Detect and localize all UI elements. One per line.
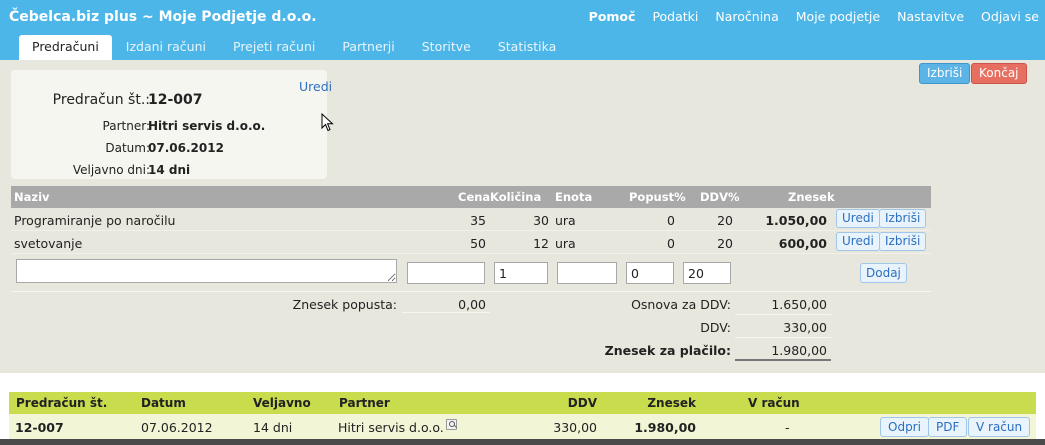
items-table-header: Naziv Cena Količina Enota Popust% DDV% Z… bbox=[11, 186, 931, 208]
item-znesek: 600,00 bbox=[778, 236, 827, 251]
list-col-date: Datum bbox=[141, 396, 186, 410]
col-naziv: Naziv bbox=[14, 190, 50, 204]
bottom-edge bbox=[0, 439, 1045, 445]
new-item-quantity-input[interactable] bbox=[494, 262, 548, 284]
edit-item-button[interactable]: Uredi bbox=[836, 209, 880, 228]
tab-izdani-racuni[interactable]: Izdani računi bbox=[113, 35, 219, 60]
list-znesek: 1.980,00 bbox=[634, 420, 696, 435]
to-invoice-button[interactable]: V račun bbox=[968, 417, 1031, 437]
vat-value: 330,00 bbox=[783, 320, 827, 335]
partner-label: Partner: bbox=[102, 119, 150, 133]
app-header: Čebelca.biz plus ~ Moje Podjetje d.o.o. … bbox=[0, 0, 1045, 60]
mouse-cursor-icon bbox=[321, 113, 334, 132]
nav-subscription[interactable]: Naročnina bbox=[715, 9, 778, 24]
col-popust: Popust% bbox=[629, 190, 686, 204]
total-value: 1.980,00 bbox=[771, 343, 827, 358]
item-znesek: 1.050,00 bbox=[765, 213, 827, 228]
list-valid: 14 dni bbox=[253, 420, 293, 435]
date-label: Datum: bbox=[105, 141, 150, 155]
list-col-v-racun: V račun bbox=[748, 396, 800, 410]
list-col-number: Predračun št. bbox=[16, 396, 108, 410]
list-col-ddv: DDV bbox=[567, 396, 597, 410]
delete-item-button[interactable]: Izbriši bbox=[879, 232, 927, 251]
date-value: 07.06.2012 bbox=[148, 141, 224, 155]
document-number: 12-007 bbox=[148, 92, 203, 108]
list-item[interactable]: 12-007 07.06.2012 14 dni Hitri servis d.… bbox=[9, 414, 1036, 439]
new-item-price-input[interactable] bbox=[407, 262, 485, 284]
app-title: Čebelca.biz plus ~ Moje Podjetje d.o.o. bbox=[9, 9, 317, 25]
item-ddv: 20 bbox=[717, 236, 733, 251]
discount-label: Znesek popusta: bbox=[292, 297, 397, 312]
new-item-unit-input[interactable] bbox=[557, 262, 617, 284]
open-button[interactable]: Odpri bbox=[880, 417, 929, 437]
nav-help[interactable]: Pomoč bbox=[589, 9, 636, 24]
document-header-card: Predračun št.: 12-007 Uredi Partner: Hit… bbox=[11, 70, 332, 179]
partner-lookup-icon[interactable] bbox=[446, 419, 457, 430]
table-row: svetovanje 50 12 ura 0 20 600,00 Uredi I… bbox=[11, 231, 931, 254]
number-label: Predračun št.: bbox=[52, 92, 150, 108]
pdf-button[interactable]: PDF bbox=[928, 417, 968, 437]
item-enota: ura bbox=[555, 236, 576, 251]
tab-partnerji[interactable]: Partnerji bbox=[329, 35, 407, 60]
nav-data[interactable]: Podatki bbox=[652, 9, 698, 24]
partner-value: Hitri servis d.o.o. bbox=[148, 119, 266, 133]
table-row: Programiranje po naročilu 35 30 ura 0 20… bbox=[11, 208, 931, 231]
discount-value: 0,00 bbox=[458, 297, 486, 312]
tab-prejeti-racuni[interactable]: Prejeti računi bbox=[220, 35, 328, 60]
finish-button[interactable]: Končaj bbox=[971, 63, 1027, 84]
col-ddv: DDV% bbox=[700, 190, 740, 204]
add-item-button[interactable]: Dodaj bbox=[860, 263, 907, 283]
total-underline bbox=[735, 359, 831, 361]
item-popust: 0 bbox=[667, 213, 675, 228]
nav-logout[interactable]: Odjavi se bbox=[981, 9, 1039, 24]
tab-predracuni[interactable]: Predračuni bbox=[19, 35, 112, 60]
divider bbox=[11, 291, 931, 292]
vat-base-value: 1.650,00 bbox=[771, 297, 827, 312]
total-label: Znesek za plačilo: bbox=[604, 343, 731, 358]
col-znesek: Znesek bbox=[788, 190, 835, 204]
vat-base-label: Osnova za DDV: bbox=[631, 297, 731, 312]
list-col-partner: Partner bbox=[339, 396, 390, 410]
new-item-discount-input[interactable] bbox=[626, 262, 674, 284]
edit-header-link[interactable]: Uredi bbox=[299, 79, 332, 94]
item-enota: ura bbox=[555, 213, 576, 228]
list-number: 12-007 bbox=[15, 420, 64, 435]
new-item-vat-input[interactable] bbox=[683, 262, 731, 284]
list-col-znesek: Znesek bbox=[647, 396, 696, 410]
item-kolicina: 30 bbox=[533, 213, 549, 228]
item-ddv: 20 bbox=[717, 213, 733, 228]
new-item-name-input[interactable] bbox=[16, 259, 397, 283]
nav-my-company[interactable]: Moje podjetje bbox=[796, 9, 880, 24]
delete-document-button[interactable]: Izbriši bbox=[919, 63, 971, 84]
list-col-valid: Veljavno bbox=[253, 396, 311, 410]
valid-value: 14 dni bbox=[148, 163, 191, 177]
tab-statistika[interactable]: Statistika bbox=[485, 35, 569, 60]
vat-label: DDV: bbox=[700, 320, 731, 335]
list-ddv: 330,00 bbox=[553, 420, 597, 435]
item-cena: 50 bbox=[470, 236, 486, 251]
item-naziv: svetovanje bbox=[14, 236, 83, 251]
item-kolicina: 12 bbox=[533, 236, 549, 251]
delete-item-button[interactable]: Izbriši bbox=[879, 209, 927, 228]
list-partner: Hitri servis d.o.o. bbox=[338, 420, 444, 435]
list-v-racun: - bbox=[785, 420, 790, 435]
col-cena: Cena bbox=[458, 190, 491, 204]
item-popust: 0 bbox=[667, 236, 675, 251]
col-enota: Enota bbox=[555, 190, 593, 204]
nav-settings[interactable]: Nastavitve bbox=[897, 9, 964, 24]
tab-storitve[interactable]: Storitve bbox=[409, 35, 484, 60]
list-date: 07.06.2012 bbox=[141, 420, 213, 435]
item-naziv: Programiranje po naročilu bbox=[14, 213, 176, 228]
edit-item-button[interactable]: Uredi bbox=[836, 232, 880, 251]
top-nav: Pomoč Podatki Naročnina Moje podjetje Na… bbox=[572, 9, 1039, 24]
col-kolicina: Količina bbox=[490, 190, 542, 204]
estimates-list-header: Predračun št. Datum Veljavno Partner DDV… bbox=[9, 392, 1036, 414]
document-editor: Predračun št.: 12-007 Uredi Partner: Hit… bbox=[0, 60, 1045, 373]
valid-label: Veljavno dni: bbox=[72, 163, 150, 177]
item-cena: 35 bbox=[470, 213, 486, 228]
tab-bar: Predračuni Izdani računi Prejeti računi … bbox=[19, 35, 570, 60]
